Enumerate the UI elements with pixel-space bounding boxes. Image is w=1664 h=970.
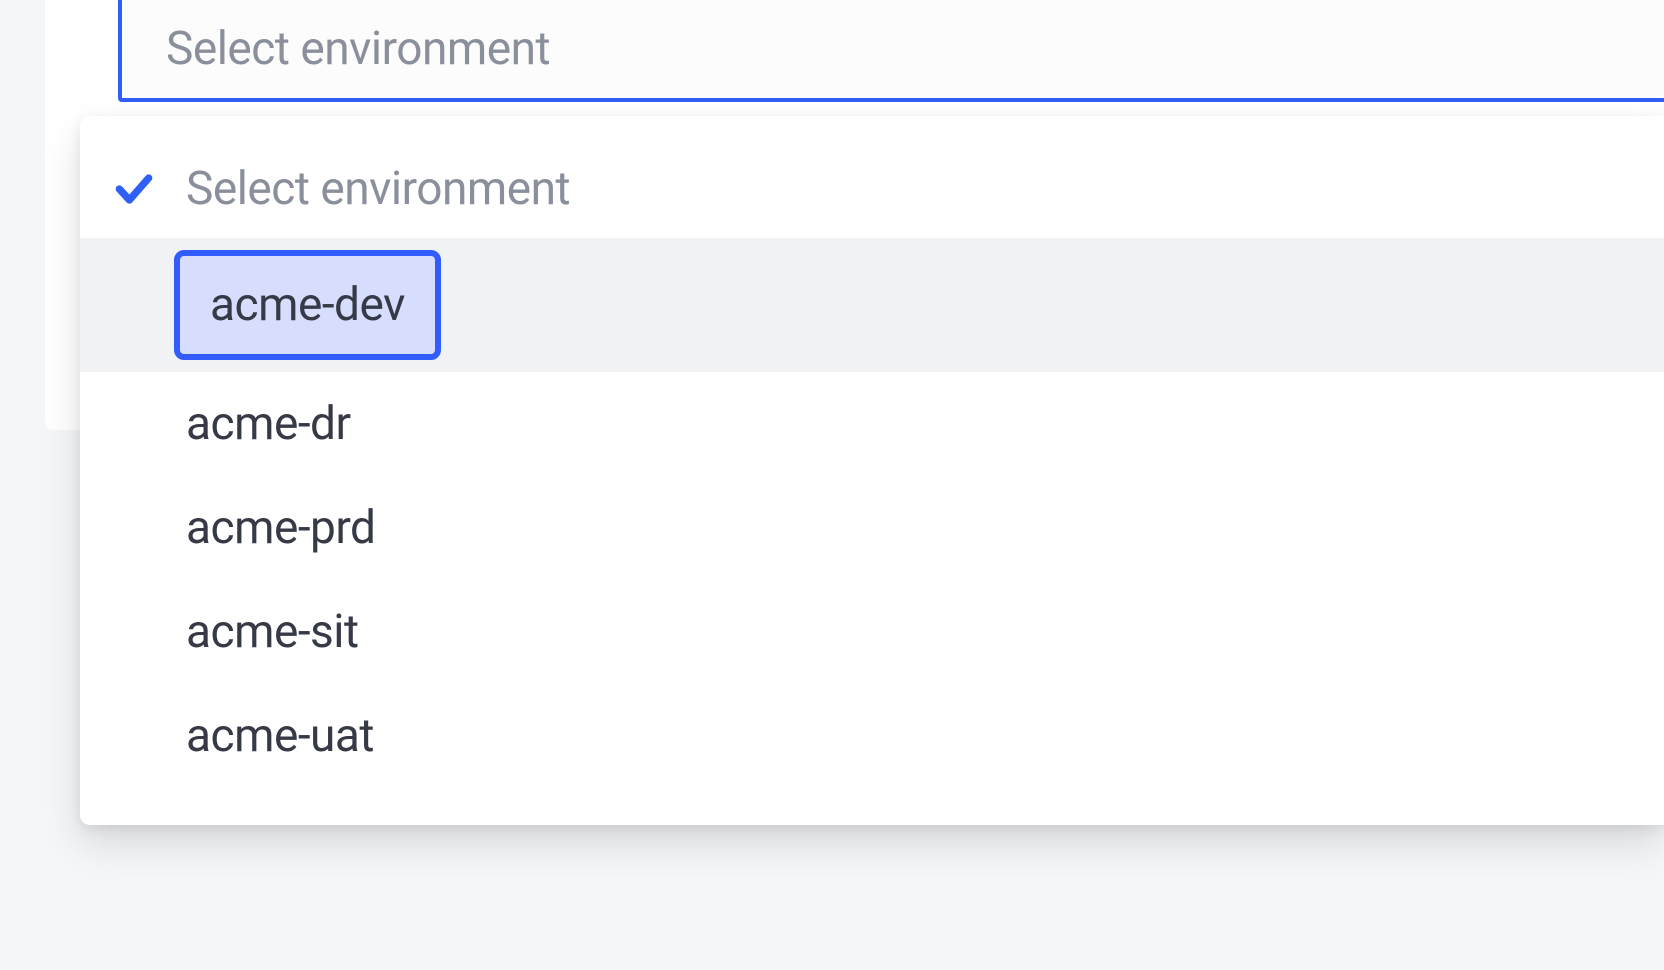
environment-select-placeholder: Select environment (166, 22, 550, 76)
dropdown-option-label: Select environment (186, 162, 570, 216)
environment-dropdown-panel: Select environment acme-dev acme-dr acme-pr… (80, 116, 1664, 825)
check-icon (112, 167, 156, 211)
dropdown-option-acme-uat[interactable]: acme-uat (80, 684, 1664, 788)
highlight-box: acme-dev (174, 250, 441, 360)
dropdown-option-acme-dev[interactable]: acme-dev (80, 238, 1664, 372)
environment-select-trigger[interactable]: Select environment (118, 0, 1664, 102)
dropdown-option-label: acme-dev (210, 278, 405, 332)
dropdown-option-label: acme-sit (186, 605, 359, 659)
check-column (110, 167, 158, 211)
dropdown-option-acme-prd[interactable]: acme-prd (80, 476, 1664, 580)
dropdown-option-acme-sit[interactable]: acme-sit (80, 580, 1664, 684)
dropdown-option-label: acme-prd (186, 501, 375, 555)
dropdown-placeholder-option[interactable]: Select environment (80, 146, 1664, 238)
dropdown-option-acme-dr[interactable]: acme-dr (80, 372, 1664, 476)
dropdown-option-label: acme-dr (186, 397, 351, 451)
dropdown-option-label: acme-uat (186, 709, 374, 763)
